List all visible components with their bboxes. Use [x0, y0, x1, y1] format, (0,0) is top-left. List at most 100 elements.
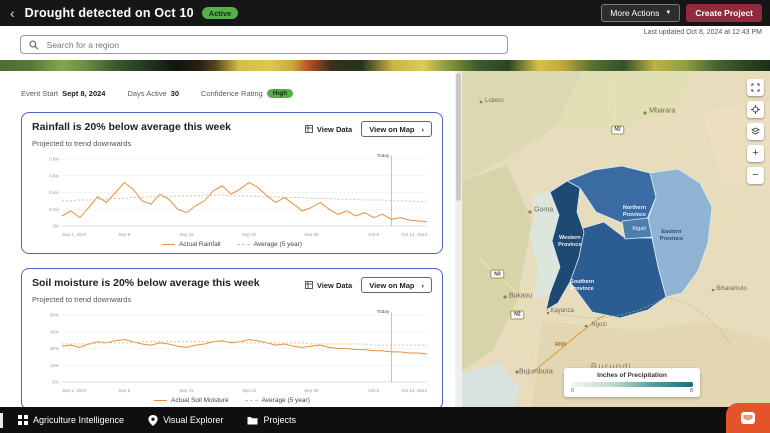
- soil-moisture-card-subtitle: Projected to trend downwards: [32, 295, 432, 304]
- crosshair-icon: [751, 105, 760, 114]
- days-active-value: 30: [171, 89, 179, 98]
- locate-button[interactable]: [747, 101, 764, 118]
- road-name-rn9: RN9: [555, 342, 566, 348]
- svg-text:0.4in: 0.4in: [49, 190, 59, 195]
- zoom-out-button[interactable]: −: [747, 167, 764, 184]
- svg-text:Oct 6: Oct 6: [368, 388, 379, 393]
- back-button[interactable]: ‹: [8, 6, 17, 20]
- soil-moisture-view-data-button[interactable]: View Data: [303, 279, 354, 292]
- layers-button[interactable]: [747, 123, 764, 140]
- expand-icon: [751, 83, 760, 92]
- scrollbar-thumb[interactable]: [456, 73, 461, 201]
- legend-min: 0: [571, 388, 574, 394]
- soil-moisture-insight-card[interactable]: Soil moisture is 20% below average this …: [21, 268, 443, 407]
- confidence-rating: Confidence Rating High: [201, 89, 293, 98]
- map-label-northern-province: Northern Province: [623, 205, 646, 219]
- map-label-western-province: Western Province: [558, 235, 581, 249]
- app-window: ‹ Drought detected on Oct 10 Active More…: [0, 0, 770, 433]
- map-label-goma: Goma: [534, 207, 553, 214]
- svg-text:Sep 29: Sep 29: [304, 388, 319, 393]
- view-on-map-label: View on Map: [369, 281, 414, 290]
- map-label-mbarara: Mbarara: [649, 108, 675, 115]
- svg-text:0%: 0%: [52, 380, 59, 385]
- map-pin-icon: [148, 415, 158, 426]
- main-content: Event Start Sept 8, 2024 Days Active 30 …: [0, 71, 770, 407]
- event-header: ‹ Drought detected on Oct 10 Active More…: [0, 0, 770, 26]
- soil-moisture-view-on-map-button[interactable]: View on Map ›: [361, 277, 432, 293]
- svg-text:Sep 8: Sep 8: [118, 232, 130, 237]
- svg-text:60%: 60%: [50, 313, 59, 318]
- svg-text:Today: Today: [377, 309, 390, 315]
- nav-label: Projects: [263, 415, 296, 425]
- search-input[interactable]: [45, 39, 499, 51]
- map-labels-layer: LuberoMbararaGomaNorthern ProvinceKigali…: [462, 71, 770, 407]
- table-icon: [305, 281, 313, 289]
- more-actions-button[interactable]: More Actions ▼: [601, 4, 680, 22]
- nav-projects[interactable]: Projects: [235, 407, 308, 433]
- svg-text:Sep 29: Sep 29: [304, 232, 319, 237]
- rainfall-insight-card[interactable]: Rainfall is 20% below average this week …: [21, 112, 443, 254]
- svg-text:Sep 8: Sep 8: [118, 388, 130, 393]
- zoom-in-button[interactable]: +: [747, 145, 764, 162]
- soil-moisture-chart: 0% 15% 30% 45% 60% Sep 1, 2024 Sep 8 Sep 15 Sep …: [32, 306, 432, 396]
- days-active: Days Active 30: [127, 89, 179, 98]
- svg-text:0.8in: 0.8in: [49, 157, 59, 162]
- svg-text:Today: Today: [377, 153, 390, 159]
- confidence-rating-label: Confidence Rating: [201, 89, 263, 98]
- map-controls: + −: [747, 79, 764, 184]
- map-label-kayanza: Kayanza: [550, 308, 573, 314]
- legend-gradient-bar: [571, 382, 693, 387]
- svg-text:Sep 22: Sep 22: [242, 388, 257, 393]
- svg-text:Sep 15: Sep 15: [180, 388, 195, 393]
- chevron-right-icon: ›: [422, 281, 425, 290]
- apps-grid-icon: [18, 415, 28, 425]
- view-on-map-label: View on Map: [369, 125, 414, 134]
- table-icon: [305, 125, 313, 133]
- svg-text:30%: 30%: [50, 346, 59, 351]
- event-meta-row: Event Start Sept 8, 2024 Days Active 30 …: [21, 89, 455, 98]
- rainfall-chart-legend: Actual RainfallAverage (5 year): [32, 241, 432, 248]
- region-search[interactable]: [20, 35, 508, 54]
- create-project-button[interactable]: Create Project: [686, 4, 762, 22]
- svg-text:0in: 0in: [53, 224, 60, 229]
- legend-item: Actual Soil Moisture: [154, 397, 228, 404]
- legend-max: 8: [690, 388, 693, 394]
- map-label-eastern-province: Eastern Province: [660, 229, 683, 243]
- svg-text:Oct 12, 2024: Oct 12, 2024: [401, 232, 427, 237]
- map-label-ngozi: Ngozi: [591, 322, 606, 328]
- left-panel-scrollbar[interactable]: [455, 71, 462, 407]
- view-data-label: View Data: [317, 125, 352, 134]
- view-data-label: View Data: [317, 281, 352, 290]
- status-badge: Active: [202, 7, 239, 19]
- map-panel[interactable]: LuberoMbararaGomaNorthern ProvinceKigali…: [462, 71, 770, 407]
- svg-text:Oct 12, 2024: Oct 12, 2024: [401, 388, 427, 393]
- days-active-label: Days Active: [127, 89, 166, 98]
- search-icon: [29, 40, 39, 50]
- svg-text:Sep 22: Sep 22: [242, 232, 257, 237]
- svg-text:Sep 1, 2024: Sep 1, 2024: [62, 388, 87, 393]
- svg-text:45%: 45%: [50, 329, 59, 334]
- event-start-label: Event Start: [21, 89, 58, 98]
- event-start: Event Start Sept 8, 2024: [21, 89, 105, 98]
- rainfall-view-data-button[interactable]: View Data: [303, 123, 354, 136]
- map-label-lubero: Lubero: [485, 98, 504, 104]
- svg-text:Sep 1, 2024: Sep 1, 2024: [62, 232, 87, 237]
- map-label-southern-province: Southern Province: [570, 279, 594, 293]
- header-actions: More Actions ▼ Create Project: [601, 4, 762, 22]
- chat-launcher-button[interactable]: [726, 403, 770, 433]
- nav-agriculture-intelligence[interactable]: Agriculture Intelligence: [6, 407, 136, 433]
- subheader: Last updated Oct 8, 2024 at 12:43 PM: [0, 26, 770, 60]
- svg-text:0.2in: 0.2in: [49, 207, 59, 212]
- layers-icon: [751, 127, 760, 136]
- more-actions-label: More Actions: [610, 8, 659, 18]
- imagery-timeline-strip[interactable]: [0, 60, 770, 71]
- nav-visual-explorer[interactable]: Visual Explorer: [136, 407, 235, 433]
- active-nav-indicator: [0, 413, 3, 428]
- expand-map-button[interactable]: [747, 79, 764, 96]
- map-label-bukavu: Bukavu: [509, 293, 532, 300]
- svg-text:15%: 15%: [50, 363, 59, 368]
- event-start-value: Sept 8, 2024: [62, 89, 105, 98]
- road-badge-n2: N2: [511, 310, 524, 319]
- folder-icon: [247, 416, 258, 425]
- rainfall-view-on-map-button[interactable]: View on Map ›: [361, 121, 432, 137]
